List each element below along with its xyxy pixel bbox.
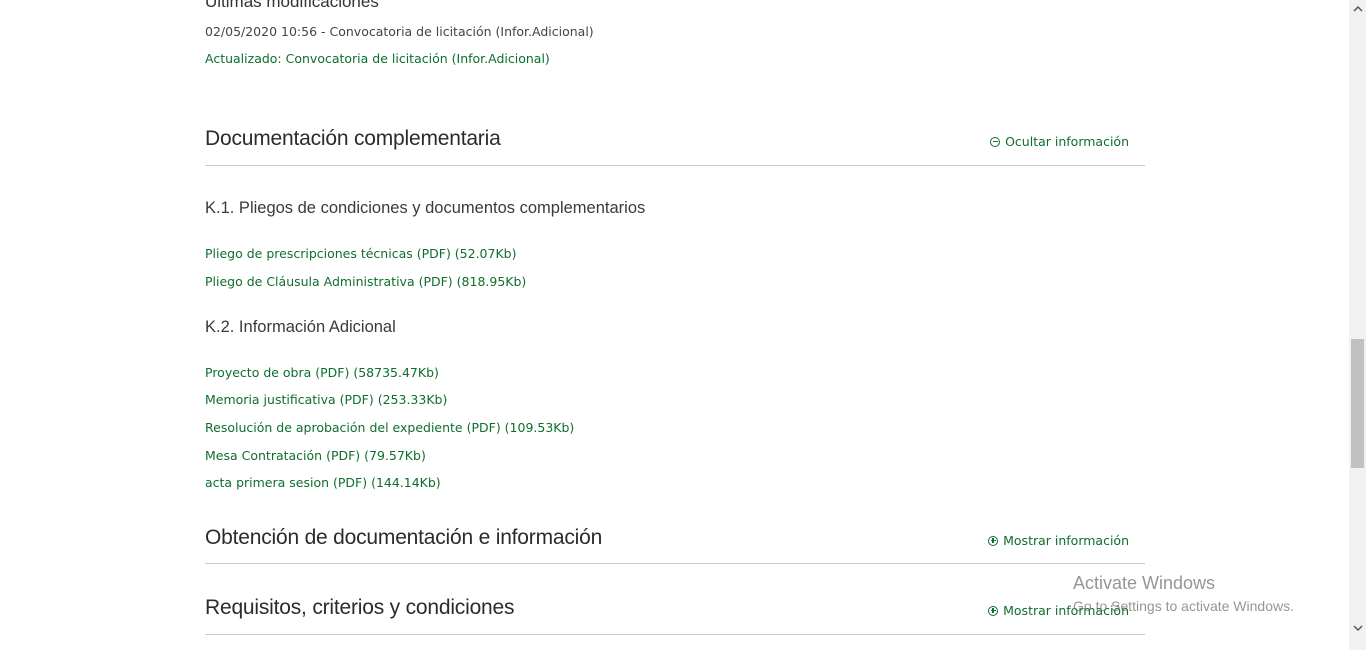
requisitos-section-title: Requisitos, criterios y condiciones (205, 596, 515, 619)
vertical-scrollbar[interactable] (1349, 0, 1366, 650)
minus-circle-icon (990, 136, 1001, 147)
obtencion-section-toggle[interactable]: Mostrar información (988, 533, 1129, 548)
scroll-up-button[interactable] (1349, 0, 1366, 17)
doc-link-pliego-administrativa[interactable]: Pliego de Cláusula Administrativa (PDF) … (205, 274, 526, 289)
doc-link-proyecto-obra[interactable]: Proyecto de obra (PDF) (58735.47Kb) (205, 365, 439, 380)
doc-section-title: Documentación complementaria (205, 127, 501, 150)
doc-link-acta[interactable]: acta primera sesion (PDF) (144.14Kb) (205, 475, 441, 490)
chevron-down-icon (1353, 625, 1362, 631)
section-divider (205, 563, 1145, 564)
last-modified-updated: Actualizado: Convocatoria de licitación … (205, 51, 550, 66)
plus-circle-icon (988, 535, 999, 546)
doc-section-toggle[interactable]: Ocultar información (990, 134, 1129, 149)
obtencion-section-title: Obtención de documentación e información (205, 526, 603, 549)
doc-link-pliego-tecnicas[interactable]: Pliego de prescripciones técnicas (PDF) … (205, 246, 516, 261)
plus-circle-icon (988, 605, 999, 616)
last-modified-heading: Últimas modificaciones (205, 0, 379, 11)
section-divider (205, 634, 1145, 635)
scroll-thumb[interactable] (1351, 339, 1364, 468)
doc-link-mesa-contratacion[interactable]: Mesa Contratación (PDF) (79.57Kb) (205, 448, 426, 463)
obtencion-section-toggle-label: Mostrar información (1003, 533, 1129, 548)
chevron-up-icon (1353, 6, 1362, 12)
activate-windows-subtitle: Go to Settings to activate Windows. (1073, 598, 1294, 614)
scroll-down-button[interactable] (1349, 620, 1366, 637)
activate-windows-title: Activate Windows (1073, 573, 1216, 593)
doc-link-resolucion[interactable]: Resolución de aprobación del expediente … (205, 420, 574, 435)
doc-section-toggle-label: Ocultar información (1005, 134, 1129, 149)
section-divider (205, 165, 1145, 166)
last-modified-entry: 02/05/2020 10:56 - Convocatoria de licit… (205, 24, 594, 39)
doc-link-memoria[interactable]: Memoria justificativa (PDF) (253.33Kb) (205, 392, 447, 407)
group-title-k1: K.1. Pliegos de condiciones y documentos… (205, 199, 646, 217)
group-title-k2: K.2. Información Adicional (205, 318, 396, 336)
